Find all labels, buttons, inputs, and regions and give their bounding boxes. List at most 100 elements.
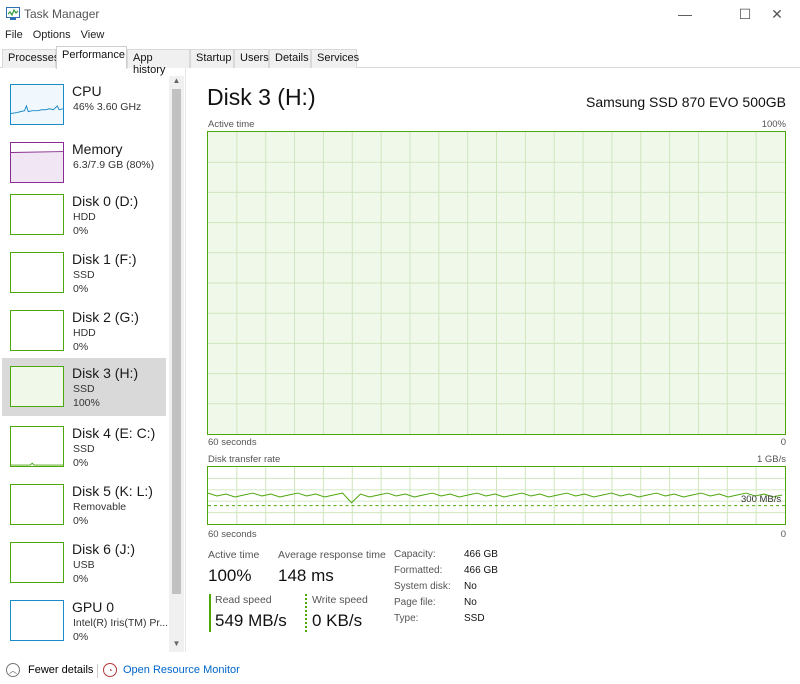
fewer-details-button[interactable]: ︿ Fewer details — [6, 663, 93, 677]
scrollbar-thumb[interactable] — [172, 89, 181, 594]
type-label: Type: — [394, 613, 419, 624]
formatted-value: 466 GB — [464, 565, 498, 576]
tab-bar: Processes Performance App history Startu… — [0, 46, 800, 76]
sidebar-item-type: Removable — [73, 501, 127, 513]
scroll-down-icon[interactable]: ▼ — [169, 639, 184, 652]
read-speed-label: Read speed — [215, 594, 272, 606]
transfer-rate-duration-label: 60 seconds — [208, 529, 257, 540]
menu-bar: File Options View — [0, 27, 109, 45]
sidebar-item-memory[interactable]: Memory 6.3/7.9 GB (80%) — [2, 134, 166, 192]
resource-monitor-label: Open Resource Monitor — [123, 664, 240, 676]
sidebar-item-usage: 0% — [73, 225, 89, 237]
menu-file[interactable]: File — [0, 27, 28, 45]
resource-sidebar: CPU 46% 3.60 GHz Memory 6.3/7.9 GB (80%)… — [0, 68, 186, 652]
tab-app-history[interactable]: App history — [127, 49, 190, 76]
disk-model-name: Samsung SSD 870 EVO 500GB — [586, 94, 786, 110]
chevron-up-icon: ︿ — [6, 663, 20, 677]
sidebar-item-detail: 6.3/7.9 GB (80%) — [73, 159, 155, 171]
disk-4-thumbnail-graph — [10, 426, 64, 467]
sidebar-item-disk-0[interactable]: Disk 0 (D:) HDD 0% — [2, 186, 166, 244]
sidebar-item-label: Disk 3 (H:) — [72, 365, 139, 381]
fewer-details-label: Fewer details — [28, 664, 94, 676]
sidebar-item-label: Disk 5 (K: L:) — [72, 483, 153, 499]
sidebar-item-detail: Intel(R) Iris(TM) Pr... — [73, 617, 169, 629]
window-title: Task Manager — [24, 7, 100, 21]
disk-1-thumbnail-graph — [10, 252, 64, 293]
capacity-label: Capacity: — [394, 549, 436, 560]
sidebar-item-label: CPU — [72, 83, 102, 99]
active-time-min-label: 0 — [780, 437, 786, 448]
tab-details[interactable]: Details — [269, 49, 311, 68]
disk-3-thumbnail-graph — [10, 366, 64, 407]
sidebar-item-disk-3[interactable]: Disk 3 (H:) SSD 100% — [2, 358, 166, 416]
transfer-rate-marker-label: 300 MB/s — [741, 494, 782, 505]
sidebar-item-cpu[interactable]: CPU 46% 3.60 GHz — [2, 76, 166, 134]
sidebar-item-usage: 100% — [73, 397, 100, 409]
system-disk-label: System disk: — [394, 581, 451, 592]
sidebar-item-type: SSD — [73, 443, 95, 455]
sidebar-item-detail: 46% 3.60 GHz — [73, 101, 142, 113]
transfer-rate-graph-label: Disk transfer rate — [208, 454, 281, 465]
sidebar-item-usage: 0% — [73, 631, 89, 643]
sidebar-item-usage: 0% — [73, 515, 89, 527]
sidebar-item-disk-5[interactable]: Disk 5 (K: L:) Removable 0% — [2, 476, 166, 534]
active-time-graph-label: Active time — [208, 119, 255, 130]
type-value: SSD — [464, 613, 485, 624]
tab-services[interactable]: Services — [311, 49, 359, 68]
minimize-button[interactable]: — — [662, 0, 708, 28]
open-resource-monitor-link[interactable]: ◔ Open Resource Monitor — [103, 663, 240, 677]
menu-view[interactable]: View — [76, 27, 110, 45]
sidebar-scrollbar[interactable]: ▲ ▼ — [169, 76, 184, 652]
disk-5-thumbnail-graph — [10, 484, 64, 525]
avg-response-stat-value: 148 ms — [278, 566, 334, 585]
tab-users[interactable]: Users — [234, 49, 269, 68]
active-time-max-label: 100% — [761, 119, 786, 130]
sidebar-item-label: Disk 0 (D:) — [72, 193, 139, 209]
footer-bar: ︿ Fewer details ◔ Open Resource Monitor — [0, 656, 800, 684]
write-speed-value: 0 KB/s — [312, 611, 363, 630]
disk-0-thumbnail-graph — [10, 194, 64, 235]
tab-performance[interactable]: Performance — [56, 46, 127, 69]
scroll-up-icon[interactable]: ▲ — [169, 76, 184, 89]
sidebar-item-disk-4[interactable]: Disk 4 (E: C:) SSD 0% — [2, 418, 166, 476]
sidebar-item-type: HDD — [73, 211, 96, 223]
sidebar-item-label: Disk 1 (F:) — [72, 251, 137, 267]
sidebar-item-disk-1[interactable]: Disk 1 (F:) SSD 0% — [2, 244, 166, 302]
sidebar-item-type: USB — [73, 559, 95, 571]
formatted-label: Formatted: — [394, 565, 443, 576]
sidebar-item-label: Disk 2 (G:) — [72, 309, 139, 325]
page-file-value: No — [464, 597, 477, 608]
page-file-label: Page file: — [394, 597, 436, 608]
active-time-duration-label: 60 seconds — [208, 437, 257, 448]
sidebar-item-label: Disk 4 (E: C:) — [72, 425, 156, 441]
sidebar-item-label: GPU 0 — [72, 599, 115, 615]
active-time-graph — [207, 131, 786, 435]
gpu-thumbnail-graph — [10, 600, 64, 641]
sidebar-item-type: HDD — [73, 327, 96, 339]
write-speed-indicator — [305, 594, 307, 632]
sidebar-item-label: Memory — [72, 141, 123, 157]
page-title: Disk 3 (H:) — [207, 84, 316, 110]
menu-options[interactable]: Options — [28, 27, 76, 45]
tab-processes[interactable]: Processes — [2, 49, 59, 68]
system-disk-value: No — [464, 581, 477, 592]
read-speed-value: 549 MB/s — [215, 611, 287, 630]
active-time-stat-value: 100% — [208, 566, 252, 585]
task-manager-icon — [6, 7, 20, 20]
active-time-stat-label: Active time — [208, 549, 260, 561]
sidebar-item-disk-2[interactable]: Disk 2 (G:) HDD 0% — [2, 302, 166, 360]
sidebar-item-label: Disk 6 (J:) — [72, 541, 135, 557]
disk-6-thumbnail-graph — [10, 542, 64, 583]
close-button[interactable]: ✕ — [754, 0, 800, 28]
transfer-rate-graph — [207, 466, 786, 525]
capacity-value: 466 GB — [464, 549, 498, 560]
sidebar-item-type: SSD — [73, 383, 95, 395]
title-bar: Task Manager — ☐ ✕ — [0, 0, 800, 28]
disk-2-thumbnail-graph — [10, 310, 64, 351]
sidebar-item-usage: 0% — [73, 457, 89, 469]
transfer-rate-min-label: 0 — [780, 529, 786, 540]
sidebar-item-disk-6[interactable]: Disk 6 (J:) USB 0% — [2, 534, 166, 592]
tab-startup[interactable]: Startup — [190, 49, 234, 68]
memory-thumbnail-graph — [10, 142, 64, 183]
sidebar-item-gpu-0[interactable]: GPU 0 Intel(R) Iris(TM) Pr... 0% — [2, 592, 169, 650]
